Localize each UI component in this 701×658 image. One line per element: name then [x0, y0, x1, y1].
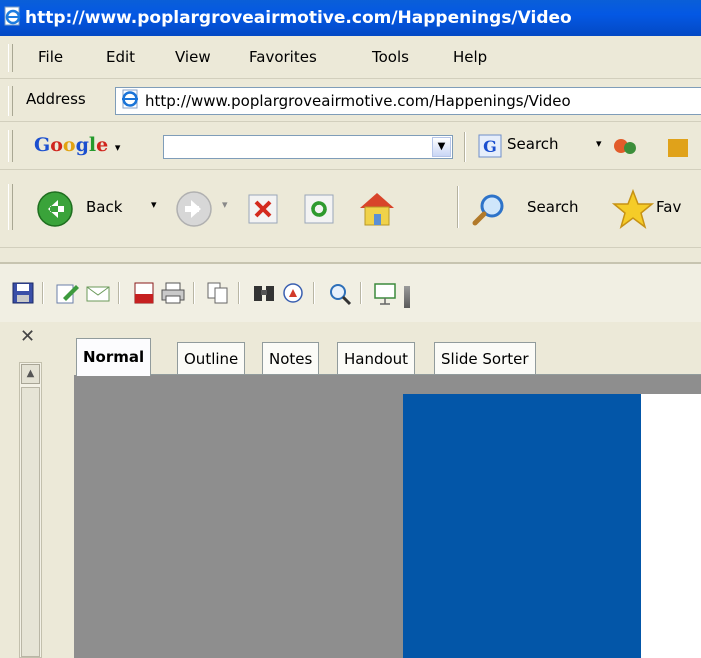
slide-work-area [74, 375, 701, 658]
slideshow-icon[interactable] [373, 282, 396, 305]
dropdown-arrow-icon[interactable]: ▼ [432, 137, 451, 157]
menu-file[interactable]: File [38, 48, 63, 66]
print-icon[interactable] [161, 282, 185, 304]
svg-text:G: G [483, 137, 497, 156]
menu-help[interactable]: Help [453, 48, 487, 66]
tab-handout[interactable]: Handout [337, 342, 416, 375]
menu-favorites[interactable]: Favorites [249, 48, 317, 66]
vertical-scrollbar[interactable]: ▲ [19, 362, 42, 658]
left-pane-strip: ✕ ▲ [0, 322, 46, 658]
toolbar-overflow-handle[interactable] [404, 286, 410, 308]
close-icon[interactable]: ✕ [20, 326, 35, 347]
scrollbar-track[interactable] [21, 387, 40, 657]
separator [360, 282, 362, 304]
menu-tools[interactable]: Tools [372, 48, 409, 66]
separator [457, 186, 459, 228]
back-button[interactable]: Back [86, 198, 122, 216]
address-input[interactable]: http://www.poplargroveairmotive.com/Happ… [115, 87, 701, 115]
address-url: http://www.poplargroveairmotive.com/Happ… [145, 92, 571, 110]
home-icon[interactable] [356, 188, 398, 232]
edit-icon[interactable] [56, 282, 79, 304]
google-search-input[interactable]: ▼ [163, 135, 453, 159]
google-extra-icon[interactable] [668, 139, 688, 157]
favorites-button[interactable]: Fav [656, 198, 681, 216]
toolbar-grip[interactable] [8, 184, 13, 230]
title-bar: http://www.poplargroveairmotive.com/Happ… [0, 0, 701, 36]
find-binoculars-icon[interactable] [252, 282, 274, 304]
toolbar-grip[interactable] [8, 44, 13, 72]
window-title: http://www.poplargroveairmotive.com/Happ… [25, 8, 572, 28]
favorites-star-icon[interactable] [611, 188, 655, 234]
menu-bar: File Edit View Favorites Tools Help [0, 36, 701, 79]
chevron-down-icon: ▾ [114, 141, 121, 154]
tab-notes[interactable]: Notes [262, 342, 320, 375]
refresh-icon[interactable] [302, 192, 336, 230]
separator [464, 132, 466, 162]
address-bar: Address http://www.poplargroveairmotive.… [0, 79, 701, 122]
tab-outline[interactable]: Outline [177, 342, 246, 375]
zoom-icon[interactable] [328, 282, 352, 306]
google-search-icon[interactable]: G [478, 134, 502, 162]
separator [238, 282, 240, 304]
navigate-compass-icon[interactable] [282, 282, 304, 304]
google-search-button[interactable]: Search [507, 135, 559, 153]
stop-icon[interactable] [246, 192, 280, 230]
ie-page-icon [2, 6, 22, 31]
google-toolbar: Google ▾ ▼ G Search ▾ [0, 122, 701, 170]
menu-edit[interactable]: Edit [106, 48, 135, 66]
tab-slide-sorter[interactable]: Slide Sorter [434, 342, 536, 375]
search-icon[interactable] [472, 192, 508, 232]
separator [118, 282, 120, 304]
menu-view[interactable]: View [175, 48, 211, 66]
page-icon [119, 89, 141, 113]
save-icon[interactable] [12, 282, 34, 304]
google-logo[interactable]: Google ▾ [34, 134, 120, 156]
viewer-toolbar [0, 262, 701, 324]
chevron-down-icon[interactable]: ▾ [596, 137, 602, 150]
slide-canvas[interactable] [403, 394, 641, 658]
separator [313, 282, 315, 304]
search-button[interactable]: Search [527, 198, 579, 216]
tab-normal[interactable]: Normal [76, 338, 152, 376]
toolbar-grip[interactable] [8, 130, 13, 162]
pagerank-icon[interactable] [612, 136, 638, 162]
copy-icon[interactable] [207, 282, 229, 304]
separator [42, 282, 44, 304]
back-arrow-icon[interactable] [36, 190, 74, 232]
slide-edge [641, 394, 701, 658]
standard-buttons-toolbar: Back ▾ ▾ Search Fav [0, 170, 701, 248]
address-label: Address [26, 90, 86, 108]
toolbar-grip[interactable] [8, 86, 13, 116]
scroll-up-arrow-icon[interactable]: ▲ [21, 364, 40, 384]
forward-arrow-icon[interactable] [175, 190, 213, 232]
chevron-down-icon[interactable]: ▾ [222, 198, 228, 211]
pdf-icon[interactable] [133, 282, 155, 304]
separator [193, 282, 195, 304]
mail-icon[interactable] [86, 282, 110, 304]
chevron-down-icon[interactable]: ▾ [151, 198, 157, 211]
